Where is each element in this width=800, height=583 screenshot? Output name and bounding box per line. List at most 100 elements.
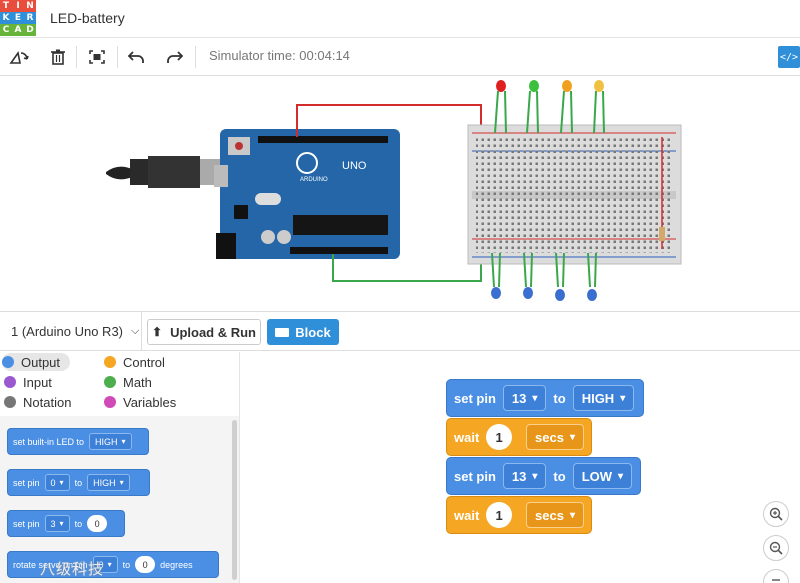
tinkercad-logo[interactable]: T I N K E R C A D: [0, 0, 36, 36]
category-math[interactable]: Math: [104, 373, 152, 391]
block-text: to: [553, 468, 566, 484]
logo-letter: E: [12, 12, 24, 24]
block-icon: [275, 327, 290, 337]
category-notation[interactable]: Notation: [4, 393, 71, 411]
palette-scrollbar[interactable]: [232, 420, 237, 580]
state-dropdown[interactable]: HIGH: [572, 385, 635, 411]
board-select-label: 1 (Arduino Uno R3): [11, 324, 123, 339]
board-model: UNO: [342, 160, 367, 172]
output-dot-icon: [2, 356, 14, 368]
circuit-drawing: ARDUINO UNO: [106, 80, 682, 301]
category-label: Math: [123, 374, 152, 390]
category-label: Input: [23, 374, 52, 390]
block-mode-button[interactable]: Block: [267, 319, 339, 345]
math-dot-icon: [104, 376, 116, 388]
block-text: to: [74, 518, 83, 529]
logo-letter: A: [12, 24, 24, 36]
workspace-block-set-pin[interactable]: set pin 13 to LOW: [446, 457, 641, 495]
palette-block-list: set built-in LED to HIGH set pin 0 to HI…: [0, 416, 239, 583]
logo-letter: I: [12, 0, 24, 12]
rotate-icon[interactable]: [6, 45, 32, 69]
unit-dropdown[interactable]: secs: [526, 424, 584, 450]
upload-run-button[interactable]: ⬆ Upload & Run: [147, 319, 261, 345]
upload-run-label: Upload & Run: [170, 324, 256, 340]
block-text: to: [122, 559, 131, 570]
logo-letter: D: [24, 24, 36, 36]
project-title[interactable]: LED-battery: [50, 10, 125, 26]
delete-icon[interactable]: [45, 45, 71, 69]
block-mode-label: Block: [295, 324, 331, 340]
block-text: degrees: [160, 559, 193, 570]
watermark: 八级科技: [40, 560, 105, 578]
workspace-block-set-pin[interactable]: set pin 13 to HIGH: [446, 379, 644, 417]
category-output[interactable]: Output: [2, 353, 71, 371]
palette-block-set-pin-analog[interactable]: set pin 3 to 0: [7, 510, 125, 537]
input-dot-icon: [4, 376, 16, 388]
toolbar-divider: [117, 46, 118, 68]
logo-letter: C: [0, 24, 12, 36]
block-dropdown[interactable]: HIGH: [89, 433, 132, 450]
pin-dropdown[interactable]: 13: [502, 463, 547, 489]
workspace-block-wait[interactable]: wait 1 secs: [446, 418, 592, 456]
block-palette: Output Control Input Math Notation Varia…: [0, 352, 240, 583]
block-dropdown[interactable]: 0: [44, 474, 70, 491]
unit-dropdown[interactable]: secs: [526, 502, 584, 528]
block-number-input[interactable]: 0: [87, 515, 108, 532]
block-text: set pin: [454, 390, 496, 406]
category-label: Variables: [123, 394, 177, 410]
wait-value-input[interactable]: 1: [486, 424, 513, 450]
palette-block-set-builtin-led[interactable]: set built-in LED to HIGH: [7, 428, 149, 455]
category-variables[interactable]: Variables: [104, 393, 176, 411]
editor-toolbar: Simulator time: 00:04:14 </>: [0, 38, 800, 76]
app-header: T I N K E R C A D LED-battery: [0, 0, 800, 38]
logo-letter: N: [24, 0, 36, 12]
notation-dot-icon: [4, 396, 16, 408]
logo-letter: R: [24, 12, 36, 24]
zoom-out-icon[interactable]: [763, 535, 789, 561]
block-text: wait: [454, 429, 480, 445]
toolbar-divider: [195, 46, 196, 68]
fit-view-icon[interactable]: [84, 45, 110, 69]
category-control[interactable]: Control: [104, 353, 165, 371]
category-label: Notation: [23, 394, 72, 410]
circuit-canvas[interactable]: ARDUINO UNO: [0, 77, 800, 311]
tinkercad-app: T I N K E R C A D LED-battery Simulator …: [0, 0, 800, 583]
code-panel-toggle[interactable]: </>: [778, 46, 800, 68]
control-dot-icon: [104, 356, 116, 368]
category-list: Output Control Input Math Notation Varia…: [0, 352, 239, 414]
state-dropdown[interactable]: LOW: [572, 463, 633, 489]
workspace-block-wait[interactable]: wait 1 secs: [446, 496, 592, 534]
block-text: set pin: [454, 468, 496, 484]
category-label: Output: [21, 354, 61, 370]
block-text: to: [553, 390, 566, 406]
usb-cable[interactable]: [106, 156, 220, 188]
palette-block-rotate-servo[interactable]: rotate servo on pin 0 to 0 degrees: [7, 551, 219, 578]
undo-icon[interactable]: [123, 45, 149, 69]
zoom-in-icon[interactable]: [763, 501, 789, 527]
block-number-input[interactable]: 0: [135, 556, 156, 573]
palette-block-set-pin[interactable]: set pin 0 to HIGH: [7, 469, 150, 496]
block-text: set built-in LED to: [13, 436, 85, 447]
block-text: wait: [454, 507, 480, 523]
redo-icon[interactable]: [162, 45, 188, 69]
variables-dot-icon: [104, 396, 116, 408]
simulator-time: Simulator time: 00:04:14: [209, 48, 350, 63]
toolbar-divider: [76, 46, 77, 68]
pin-dropdown[interactable]: 13: [502, 385, 547, 411]
board-select[interactable]: 1 (Arduino Uno R3) ⌵: [0, 312, 142, 351]
block-workspace[interactable]: set pin 13 to HIGH wait 1 secs set pin 1…: [241, 352, 800, 583]
zoom-reset-icon[interactable]: [763, 569, 789, 583]
block-dropdown[interactable]: 3: [44, 515, 70, 532]
board-brand: ARDUINO: [300, 177, 328, 183]
arduino-uno-board[interactable]: ARDUINO UNO: [214, 129, 400, 259]
code-toolbar: 1 (Arduino Uno R3) ⌵ ⬆ Upload & Run Bloc…: [0, 311, 800, 351]
breadboard[interactable]: [467, 124, 682, 265]
block-text: to: [74, 477, 83, 488]
category-input[interactable]: Input: [4, 373, 52, 391]
chevron-down-icon: ⌵: [131, 325, 140, 337]
block-dropdown[interactable]: HIGH: [87, 474, 130, 491]
logo-letter: T: [0, 0, 12, 12]
upload-arrow-icon: ⬆: [152, 325, 163, 339]
wait-value-input[interactable]: 1: [486, 502, 513, 528]
logo-letter: K: [0, 12, 12, 24]
